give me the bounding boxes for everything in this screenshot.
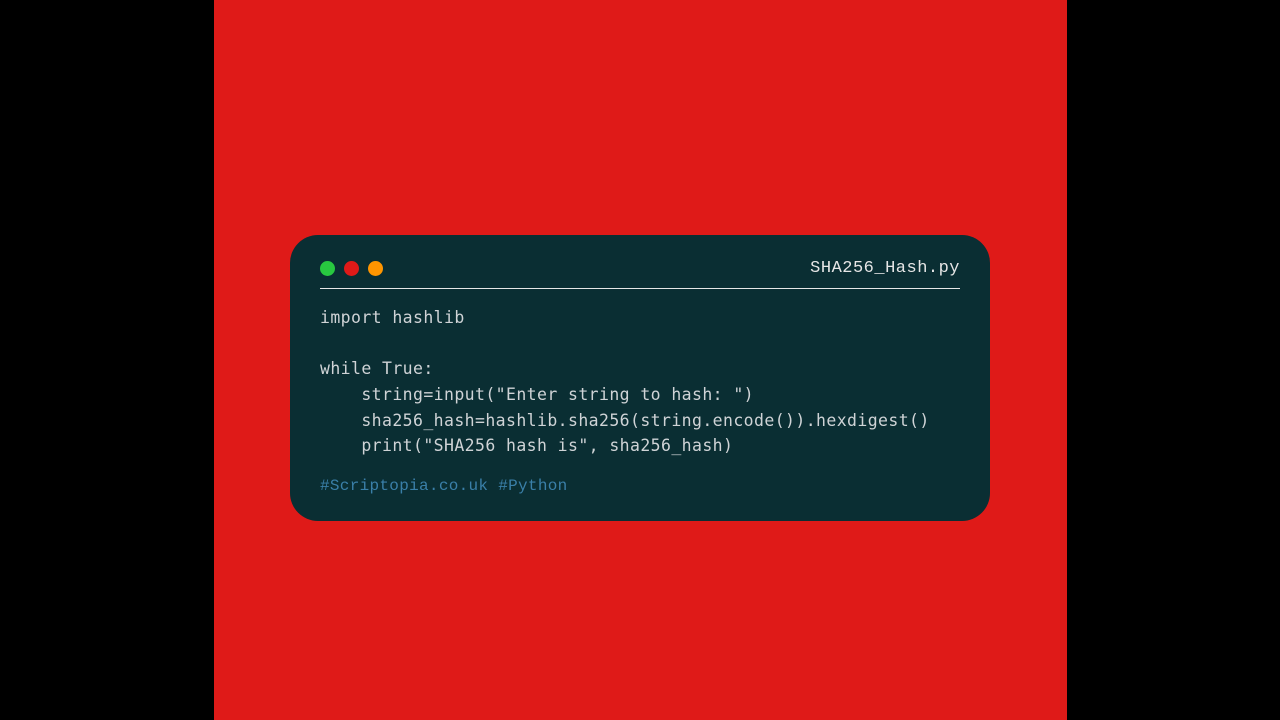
traffic-light-red-icon: [344, 261, 359, 276]
code-block: import hashlib while True: string=input(…: [320, 305, 960, 458]
titlebar-divider: [320, 288, 960, 289]
background-panel: SHA256_Hash.py import hashlib while True…: [214, 0, 1067, 720]
code-window: SHA256_Hash.py import hashlib while True…: [290, 235, 990, 520]
window-filename: SHA256_Hash.py: [810, 259, 960, 278]
traffic-lights: [320, 261, 383, 276]
traffic-light-orange-icon: [368, 261, 383, 276]
window-titlebar: SHA256_Hash.py: [320, 259, 960, 288]
tags-line: #Scriptopia.co.uk #Python: [320, 477, 960, 495]
traffic-light-green-icon: [320, 261, 335, 276]
